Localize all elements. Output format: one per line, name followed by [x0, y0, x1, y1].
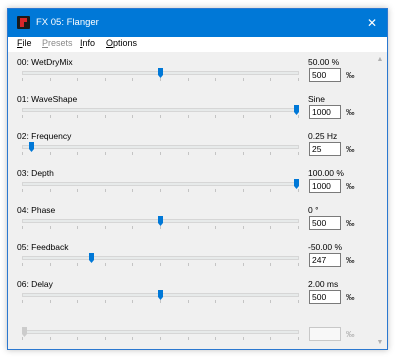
slider-tick [160, 337, 161, 340]
close-button[interactable]: ✕ [359, 11, 385, 35]
slider-tick [215, 337, 216, 340]
slider-thumb[interactable] [22, 327, 27, 337]
slider-tick [132, 337, 133, 340]
slider-tick [243, 337, 244, 340]
vertical-scrollbar[interactable]: ▲ ▼ [373, 52, 387, 349]
slider-track[interactable] [22, 330, 299, 334]
parameter-panel: 00: WetDryMix 50.00 % 500 ‰ 01: WaveShape Sin… [8, 52, 373, 349]
slider-tick [188, 337, 189, 340]
title-bar[interactable]: FX 05: Flanger ✕ [8, 9, 387, 37]
slider-tick [77, 337, 78, 340]
slider-tick [298, 337, 299, 340]
slider-ticks [22, 337, 299, 341]
parameter-raw-input[interactable] [309, 327, 341, 341]
parameter-row-empty: ‰ [8, 52, 373, 349]
close-icon: ✕ [366, 16, 378, 30]
menu-file[interactable]: File [17, 38, 32, 48]
menu-presets[interactable]: Presets [42, 38, 73, 48]
plugin-window: FX 05: Flanger ✕ File Presets Info Optio… [7, 8, 388, 350]
window-title: FX 05: Flanger [36, 17, 99, 28]
menu-bar: File Presets Info Options [8, 37, 387, 51]
scroll-up-icon[interactable]: ▲ [376, 56, 384, 64]
menu-options[interactable]: Options [106, 38, 137, 48]
scroll-down-icon[interactable]: ▼ [376, 339, 384, 347]
menu-info[interactable]: Info [80, 38, 95, 48]
slider-tick [105, 337, 106, 340]
app-icon [17, 16, 30, 29]
slider-tick [22, 337, 23, 340]
slider-tick [270, 337, 271, 340]
slider-tick [50, 337, 51, 340]
unit-label: ‰ [346, 329, 355, 339]
